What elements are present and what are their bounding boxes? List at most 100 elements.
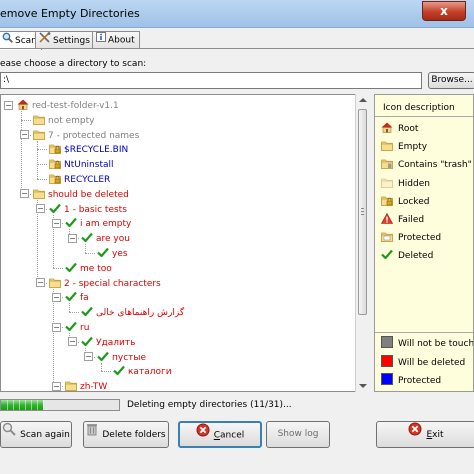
tree-node[interactable]: Удалить	[81, 336, 135, 348]
tree-node[interactable]: me too	[65, 262, 112, 274]
legend-title: Icon description	[383, 103, 455, 113]
tree-node[interactable]: 2 - special characters	[49, 277, 161, 289]
info-icon	[96, 32, 106, 48]
legend-item: Contains "trash"	[381, 158, 472, 172]
tree-node-label: me too	[80, 263, 112, 274]
tree-expander-icon[interactable]: −	[4, 100, 13, 110]
tree-node[interactable]: пустые	[97, 351, 146, 363]
exit-icon	[408, 422, 422, 447]
tab-settings-label: Settings	[53, 36, 90, 46]
scroll-up-icon[interactable]	[359, 98, 367, 102]
legend-item: Empty	[381, 140, 427, 154]
directory-prompt: ease choose a directory to scan:	[0, 59, 147, 69]
progress-segment	[25, 400, 26, 410]
scroll-down-icon[interactable]	[359, 384, 367, 388]
tree-node[interactable]: zh-TW	[65, 380, 108, 392]
directory-tree[interactable]: − red-test-folder-v1.1 not empty − 7 - prote…	[0, 94, 369, 392]
legend-color-label: Will not be touched	[398, 339, 474, 349]
tree-node-label: $RECYCLE.BIN	[64, 145, 129, 156]
hidden-folder-icon	[381, 177, 393, 188]
exit-button[interactable]: Exit	[376, 421, 474, 448]
scan-again-label: Scan again	[20, 430, 70, 440]
tree-node[interactable]: are you	[81, 232, 130, 244]
tree-expander-icon[interactable]: −	[52, 218, 61, 228]
color-swatch	[381, 336, 393, 348]
tab-settings[interactable]: Settings	[35, 31, 95, 49]
cancel-label: ancel	[220, 430, 245, 441]
tree-node[interactable]: yes	[97, 247, 128, 259]
directory-path-input[interactable]: :\	[0, 72, 422, 89]
color-swatch	[381, 373, 393, 385]
tree-node[interactable]: $RECYCLE.BIN	[49, 143, 128, 155]
folder-icon	[381, 140, 393, 152]
tree-node-label: zh-TW	[80, 382, 108, 392]
tree-node[interactable]: RECYCLER	[49, 173, 110, 185]
delete-folders-label: Delete folders	[102, 430, 166, 440]
tree-connector	[101, 362, 102, 372]
progress-bar	[0, 399, 120, 411]
legend-item-label: Protected	[398, 233, 442, 244]
folder-icon	[33, 129, 45, 140]
tree-node-label: Удалить	[96, 337, 136, 348]
tree-node[interactable]: NtUninstall	[49, 158, 114, 170]
tree-node[interactable]: ru	[65, 321, 89, 333]
tree-expander-icon[interactable]: −	[68, 233, 77, 243]
legend-color-item: Will not be touched	[381, 336, 474, 350]
tree-expander-icon[interactable]: −	[20, 130, 29, 140]
folder-icon	[33, 188, 45, 199]
tree-expander-icon[interactable]: −	[36, 278, 45, 288]
folder-icon	[33, 114, 45, 125]
check-icon	[65, 217, 77, 228]
show-log-button[interactable]: Show log	[266, 421, 330, 448]
tree-connector	[85, 253, 95, 254]
check-icon	[81, 306, 93, 317]
tree-scrollbar[interactable]	[355, 94, 369, 392]
tree-node[interactable]: not empty	[33, 114, 94, 126]
tree-node[interactable]: fa	[65, 291, 89, 303]
tree-expander-icon[interactable]: −	[52, 322, 61, 332]
tree-node[interactable]: red-test-folder-v1.1	[17, 99, 119, 111]
tree-node[interactable]: گزارش راهنماهای خالی	[81, 306, 184, 318]
tree-expander-icon[interactable]: −	[20, 189, 29, 199]
title-bar: emove Empty Directories x	[0, 0, 474, 28]
tree-node[interactable]: i am empty	[65, 217, 131, 229]
tree-node-label: not empty	[48, 115, 95, 126]
progress-segment	[19, 400, 20, 410]
tree-expander-icon[interactable]: −	[52, 292, 61, 302]
check-icon	[97, 351, 109, 362]
legend-item-label: Deleted	[398, 251, 434, 262]
tree-expander-icon[interactable]: −	[52, 381, 61, 391]
scan-again-button[interactable]: Scan again	[0, 421, 72, 448]
progress-segment	[31, 400, 32, 410]
tree-expander-icon[interactable]: −	[84, 352, 93, 362]
lock-folder-icon	[49, 143, 61, 155]
cancel-button[interactable]: Cancel	[178, 421, 262, 448]
house-icon	[17, 99, 29, 110]
progress-segment	[37, 400, 38, 410]
check-icon	[113, 365, 125, 376]
legend-color-item: Protected	[381, 373, 441, 387]
tab-divider	[0, 48, 474, 49]
tree-node-label: yes	[112, 249, 128, 259]
tree-connector	[21, 111, 22, 194]
tree-node-label: 1 - basic tests	[64, 204, 127, 215]
tree-node[interactable]: каталоги	[113, 365, 172, 377]
tree-node[interactable]: 7 - protected names	[33, 129, 139, 141]
browse-button[interactable]: Browse...	[428, 72, 474, 89]
tree-node[interactable]: should be deleted	[33, 188, 129, 200]
delete-folders-button[interactable]: Delete folders	[83, 421, 169, 448]
tree-connector	[53, 288, 54, 387]
legend-item: Protected	[381, 231, 441, 245]
tree-node[interactable]: 1 - basic tests	[49, 203, 127, 215]
tree-node-label: should be deleted	[48, 189, 129, 200]
check-icon	[65, 291, 77, 302]
tree-expander-icon[interactable]: −	[68, 337, 77, 347]
close-button[interactable]: x	[422, 1, 466, 21]
check-icon	[65, 321, 77, 332]
tree-expander-icon[interactable]: −	[36, 204, 45, 214]
scroll-thumb[interactable]	[358, 109, 367, 315]
lock-folder-icon	[49, 158, 61, 170]
progress-segment	[13, 400, 14, 410]
progress-segment	[7, 400, 8, 410]
tab-about[interactable]: About	[92, 31, 140, 49]
